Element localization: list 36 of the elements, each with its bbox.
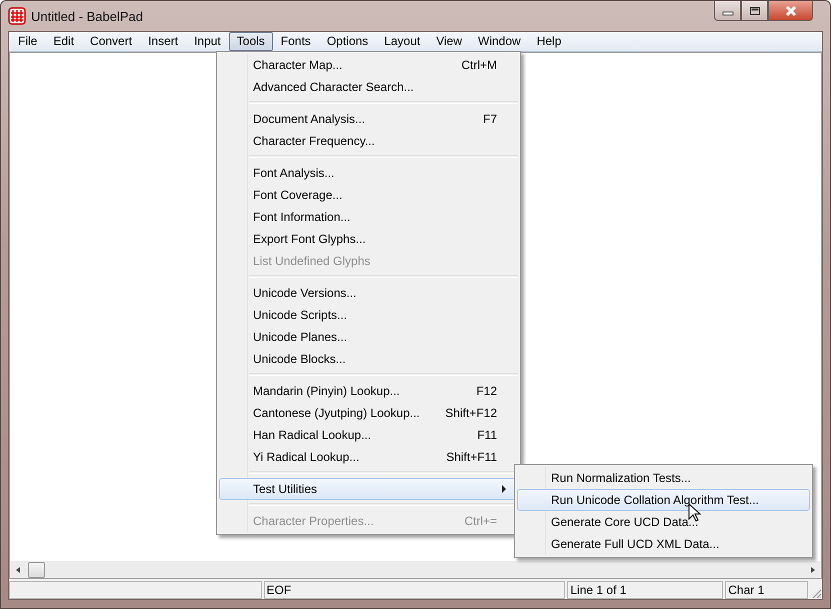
menu-item[interactable]: Font Analysis... [219,162,518,184]
menu-item[interactable]: Document Analysis... F7 [219,108,518,130]
menu-item[interactable]: View [428,32,470,51]
menu-item[interactable]: Help [528,32,570,51]
menu-item[interactable]: Run Normalization Tests... [517,467,810,489]
menu-item[interactable]: Unicode Planes... [219,326,518,348]
menu-item[interactable]: Character Frequency... [219,130,518,152]
menu-item[interactable]: Advanced Character Search... [219,76,518,98]
menu-item[interactable]: Font Coverage... [219,184,518,206]
status-text: Char 1 [725,581,808,599]
menu-item[interactable]: Window [470,32,529,51]
menu-item[interactable]: Options [318,32,376,51]
menu-item[interactable]: Unicode Versions... [219,282,518,304]
menu-item[interactable]: Export Font Glyphs... [219,228,518,250]
menu-item[interactable]: Layout [376,32,428,51]
menu-item[interactable]: Input [186,32,229,51]
menu-item[interactable]: Cantonese (Jyutping) Lookup... Shift+F12 [219,402,518,424]
menu-item[interactable]: Run Unicode Collation Algorithm Test... [517,489,810,511]
menu-item[interactable]: Insert [140,32,186,51]
menu-item[interactable]: Unicode Scripts... [219,304,518,326]
menu-item[interactable]: Fonts [272,32,319,51]
menu-item[interactable]: File [10,32,46,51]
menu-item[interactable]: Convert [82,32,140,51]
menu-item[interactable]: Font Information... [219,206,518,228]
status-text: Line 1 of 1 [567,581,724,599]
status-text: EOF [264,581,566,599]
menu-item[interactable]: Character Map... Ctrl+M [219,54,518,76]
menu-item[interactable]: Generate Core UCD Data... [517,511,810,533]
menu-item[interactable]: Han Radical Lookup... F11 [219,424,518,446]
menu-item[interactable]: Generate Full UCD XML Data... [517,533,810,555]
menu-item[interactable]: Mandarin (Pinyin) Lookup... F12 [219,380,518,402]
window-title: Untitled - BabelPad [31,8,144,24]
menu-item[interactable]: Tools [228,32,273,51]
menu-item[interactable]: Yi Radical Lookup... Shift+F11 [219,446,518,468]
menu-item[interactable]: Edit [45,32,82,51]
menu-item[interactable]: Unicode Blocks... [219,348,518,370]
